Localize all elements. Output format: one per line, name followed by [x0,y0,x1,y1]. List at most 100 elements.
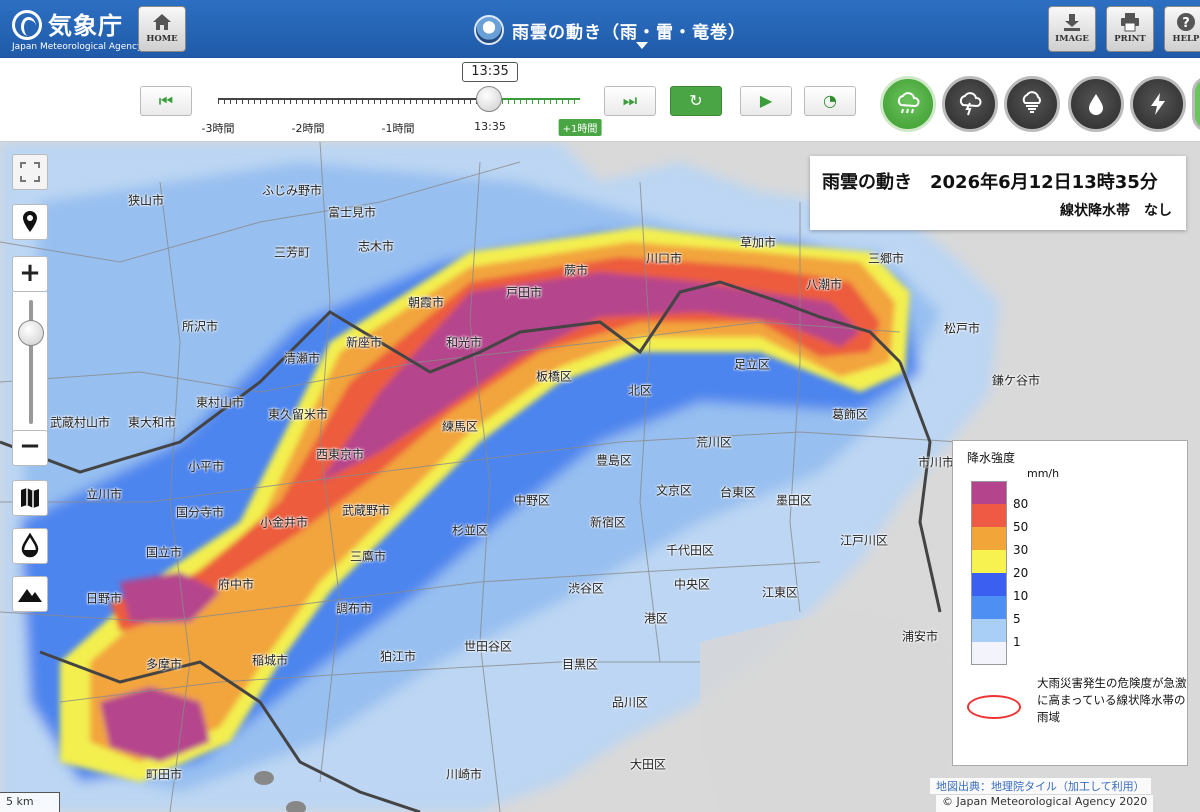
zoom-out-button[interactable]: − [12,430,48,466]
layer-rain-button[interactable] [880,76,936,132]
map-place-label: 東大和市 [127,415,177,430]
linear-rainband-status: 線状降水帯 なし [1060,203,1172,219]
tick-label: -2時間 [291,122,325,135]
zoom-in-button[interactable]: + [12,256,48,292]
tick-label-forecast: +1時間 [558,119,602,136]
svg-text:?: ? [1182,16,1190,31]
help-icon: ? [1177,13,1195,31]
map-place-label: 小金井市 [259,515,309,530]
map-place-label: 港区 [643,611,669,626]
map-place-label: 市川市 [917,455,955,470]
legend-swatch [971,550,1007,573]
download-icon [1064,14,1080,31]
layer-lightning-button[interactable] [1130,76,1186,132]
map-place-label: 蕨市 [563,263,589,278]
print-button[interactable]: PRINT [1106,6,1154,52]
app-header: 気象庁 Japan Meteorological Agency HOME 雨雲の… [0,0,1200,58]
legend-swatch [971,504,1007,527]
map-place-label: 鎌ケ谷市 [991,373,1041,388]
map-place-label: 国分寺市 [175,505,225,520]
map-place-label: 浦安市 [901,629,939,644]
legend-level-label: 50 [1013,520,1029,534]
thunder-cloud-icon [959,92,982,116]
map-place-label: 川崎市 [445,767,483,782]
tick-label: 13:35 [474,120,506,133]
legend-unit: mm/h [1027,467,1060,480]
product-icon [474,15,504,45]
play-button[interactable]: ▶ [740,86,792,116]
map-place-label: 日野市 [85,591,123,606]
skip-end-icon: ⏭ [622,91,638,110]
map-place-label: 多摩市 [145,657,183,672]
zoom-slider-knob[interactable] [18,320,44,346]
map-pin-icon [23,211,37,232]
my-location-button[interactable] [12,204,48,240]
map-place-label: 中野区 [513,493,551,508]
map-place-label: 三芳町 [273,245,311,260]
water-layer-button[interactable] [12,528,48,564]
current-time-bubble: 13:35 [462,62,518,82]
legend-swatch [971,596,1007,619]
map-place-label: 新宿区 [589,515,627,530]
legend-swatch [971,481,1007,504]
map-place-label: 西東京市 [315,447,365,462]
layer-tornado-button[interactable] [1004,76,1060,132]
skip-to-end-button[interactable]: ⏭ [604,86,656,116]
skip-start-icon: ⏮ [158,91,174,110]
linear-rainband-marker-icon [967,695,1021,719]
legend-swatch [971,527,1007,550]
map-place-label: 草加市 [739,235,777,250]
legend-level-label: 80 [1013,497,1029,511]
tornado-icon [1022,91,1041,113]
timeline-slider[interactable] [218,98,580,104]
jma-logo[interactable]: 気象庁 Japan Meteorological Agency [8,4,142,54]
map-place-label: 江東区 [761,585,799,600]
timeline-slider-knob[interactable] [476,86,502,112]
map-place-label: 和光市 [445,335,483,350]
map-place-label: 目黒区 [561,657,599,672]
home-button[interactable]: HOME [138,6,186,52]
product-title: 雨雲の動き（雨・雷・竜巻） [512,22,746,43]
timeline-past-track [218,98,490,104]
basemap-button[interactable] [12,480,48,516]
agency-name-en: Japan Meteorological Agency [12,42,143,52]
precipitation-legend: 降水強度 mm/h 大雨災害発生の危険度が急激に高まっている線状降水帯の雨域 8… [952,440,1188,766]
play-icon: ▶ [759,91,773,110]
map-place-label: 富士見市 [327,205,377,220]
tick-label: -1時間 [381,122,415,135]
skip-to-start-button[interactable]: ⏮ [140,86,192,116]
help-button[interactable]: ? HELP [1164,6,1200,52]
product-title-dropdown[interactable]: 雨雲の動き（雨・雷・竜巻） [474,10,746,50]
map-place-label: 三鷹市 [349,549,387,564]
speed-button[interactable]: ◔ [804,86,856,116]
map-place-label: 狛江市 [379,649,417,664]
layer-thunder-button[interactable] [942,76,998,132]
lightning-icon [1151,93,1165,115]
map-place-label: 武蔵野市 [341,503,391,518]
map-place-label: 狭山市 [127,193,165,208]
printer-icon [1121,13,1139,32]
zoom-slider-track [29,300,33,424]
terrain-button[interactable] [12,576,48,612]
map-place-label: 川口市 [645,251,683,266]
print-label: PRINT [1114,34,1146,44]
legend-note: 大雨災害発生の危険度が急激に高まっている線状降水帯の雨域 [1037,676,1187,724]
image-button[interactable]: IMAGE [1048,6,1096,52]
fullscreen-button[interactable] [12,154,48,190]
map-place-label: 品川区 [611,695,649,710]
map-place-label: 国立市 [145,545,183,560]
map-place-label: 台東区 [719,485,757,500]
map-place-label: 朝霞市 [407,295,445,310]
map-place-label: 東村山市 [195,395,245,410]
map-scale-bar: 5 km [0,792,60,812]
layer-rain-amount-button[interactable] [1068,76,1124,132]
map-attribution-link[interactable]: 地図出典：地理院タイル（加工して利用） [930,778,1151,794]
map-place-label: 北区 [627,383,653,398]
map-icon [21,488,39,508]
zoom-slider[interactable] [12,292,48,432]
latest-time-button[interactable]: ↻ [670,86,722,116]
map-place-label: 墨田区 [775,493,813,508]
map-place-label: 板橋区 [535,369,573,384]
chevron-down-icon [636,42,648,49]
layer-more-button[interactable] [1192,76,1200,132]
